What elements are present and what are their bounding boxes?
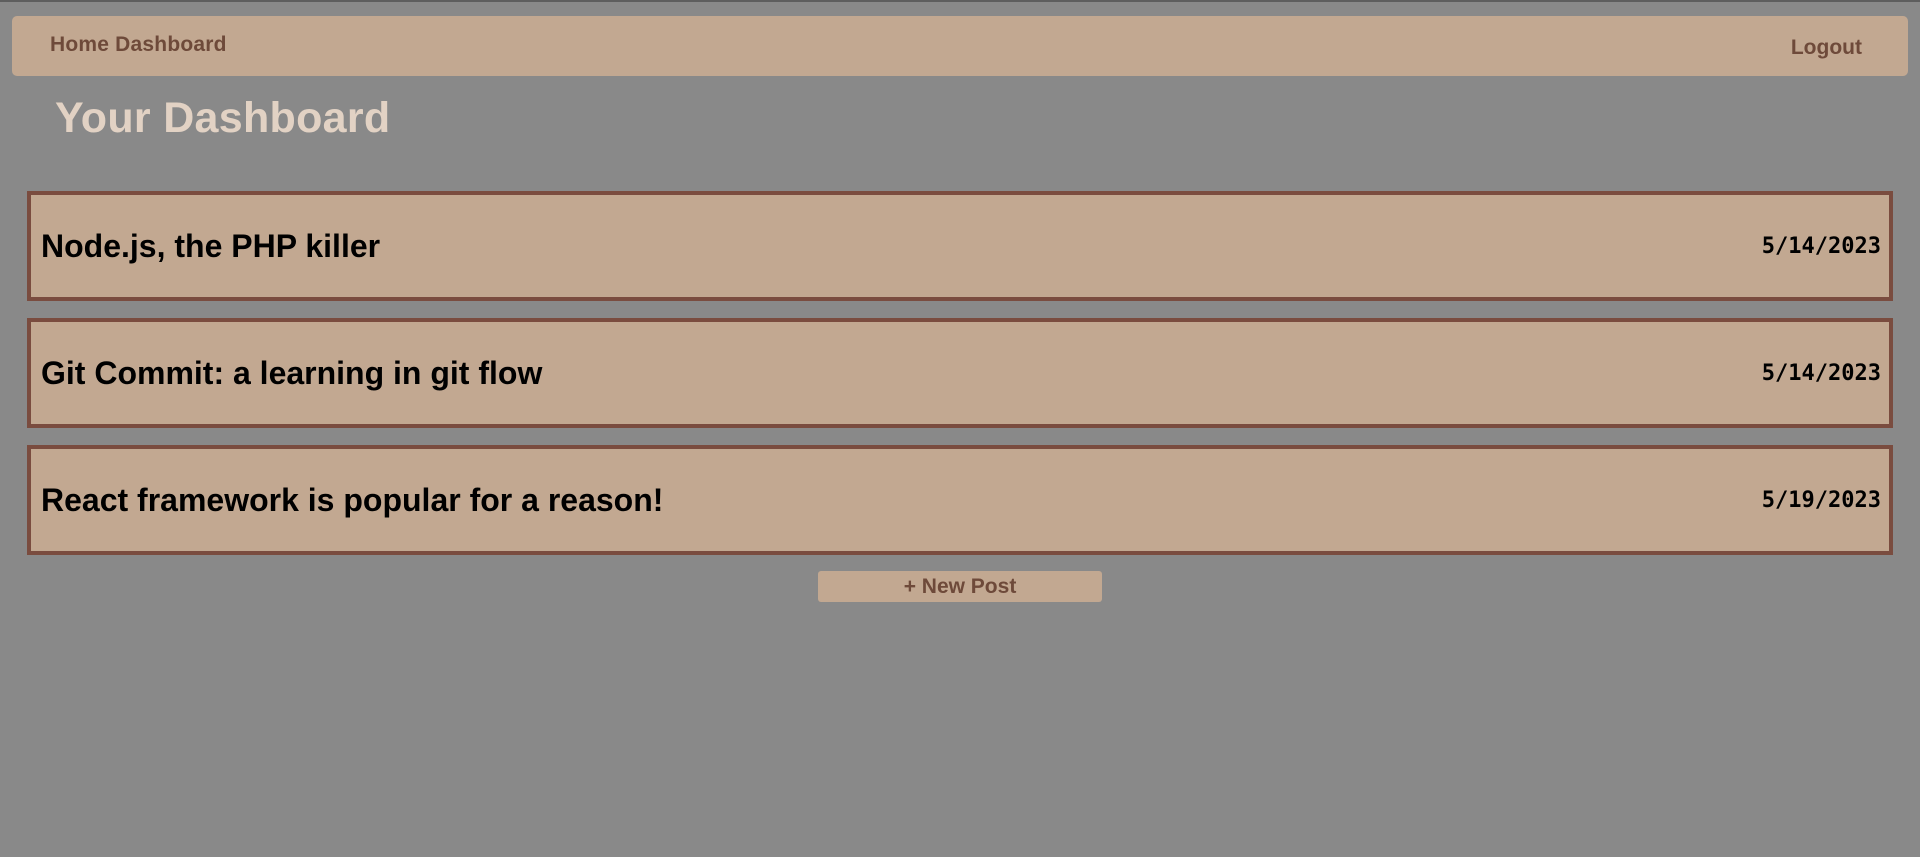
post-title: Node.js, the PHP killer: [41, 227, 381, 264]
post-date: 5/14/2023: [1761, 360, 1881, 386]
post-list: Node.js, the PHP killer 5/14/2023 Git Co…: [27, 191, 1893, 572]
new-post-button[interactable]: + New Post: [818, 571, 1102, 602]
logout-link[interactable]: Logout: [1791, 36, 1862, 60]
post-title: Git Commit: a learning in git flow: [41, 354, 543, 391]
page-title: Your Dashboard: [55, 94, 391, 142]
home-dashboard-link[interactable]: Home Dashboard: [50, 33, 227, 57]
post-card[interactable]: Git Commit: a learning in git flow 5/14/…: [27, 318, 1893, 428]
navbar: Home Dashboard Logout: [12, 16, 1908, 76]
post-title: React framework is popular for a reason!: [41, 481, 664, 518]
post-date: 5/19/2023: [1761, 487, 1881, 513]
post-date: 5/14/2023: [1761, 233, 1881, 259]
post-card[interactable]: Node.js, the PHP killer 5/14/2023: [27, 191, 1893, 301]
post-card[interactable]: React framework is popular for a reason!…: [27, 445, 1893, 555]
